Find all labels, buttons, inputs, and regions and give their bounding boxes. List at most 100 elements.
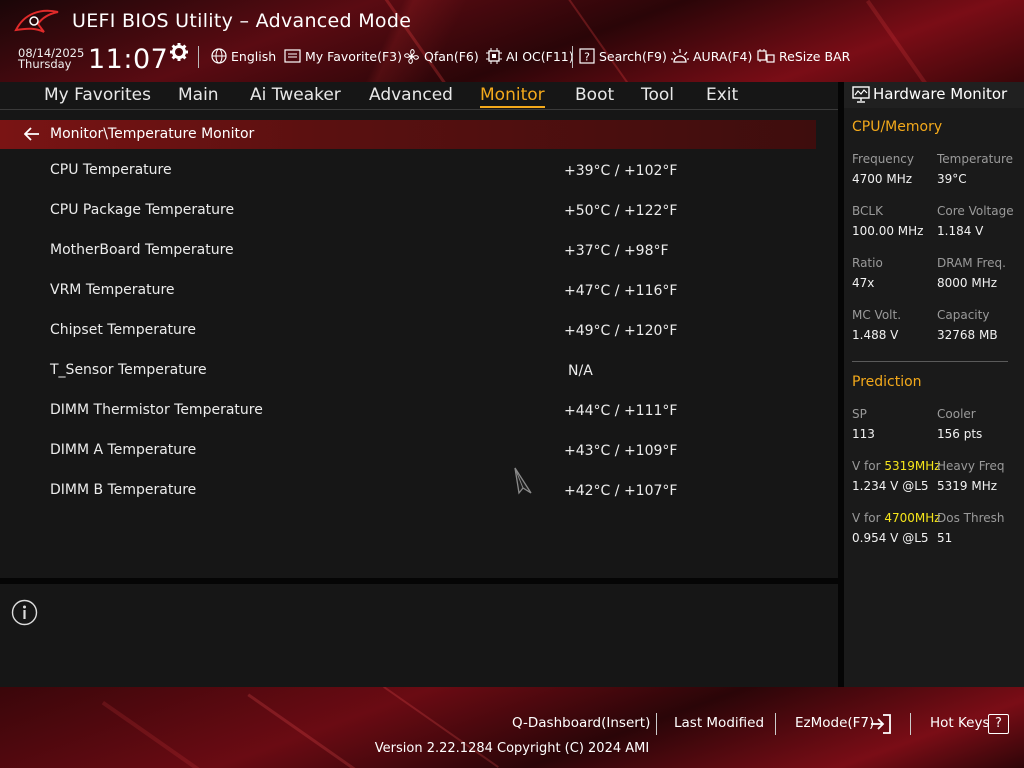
hw-value-dos-thresh: 51 <box>937 531 953 545</box>
mouse-cursor-icon <box>514 467 532 495</box>
temperature-value: +39°C / +102°F <box>564 163 678 179</box>
monitor-display-icon <box>852 86 870 103</box>
hw-value-mc-volt: 1.488 V <box>852 328 899 342</box>
hw-value-ratio: 47x <box>852 276 875 290</box>
hw-value-heavy-freq: 5319 MHz <box>937 479 998 493</box>
app-title: UEFI BIOS Utility – Advanced Mode <box>72 10 412 32</box>
cpu-memory-heading: CPU/Memory <box>852 119 943 135</box>
temperature-value: +50°C / +122°F <box>564 203 678 219</box>
aura-icon <box>671 49 689 63</box>
tab-tool[interactable]: Tool <box>641 85 674 105</box>
tab-main[interactable]: Main <box>178 85 219 105</box>
hw-key-frequency: Frequency <box>852 152 914 166</box>
hw-key-cooler: Cooler <box>937 407 976 421</box>
exit-to-ezmode-icon[interactable] <box>870 714 892 734</box>
tab-boot[interactable]: Boot <box>575 85 614 105</box>
tab-my-favorites[interactable]: My Favorites <box>44 85 151 105</box>
footer-bar: Q-Dashboard(Insert) Last Modified EzMode… <box>0 687 1024 768</box>
my-favorite-button[interactable]: My Favorite(F3) <box>284 47 402 65</box>
hot-keys-help-icon[interactable]: ? <box>988 714 1009 734</box>
ai-chip-icon <box>486 48 502 64</box>
hw-section-divider <box>852 361 1008 362</box>
hot-keys-button[interactable]: Hot Keys <box>930 715 990 731</box>
fan-icon <box>404 48 419 64</box>
hw-key-sp: SP <box>852 407 867 421</box>
hardware-monitor-header: Hardware Monitor <box>844 82 1024 108</box>
resize-bar-label: ReSize BAR <box>779 48 851 64</box>
rog-logo-icon <box>14 9 59 33</box>
temperature-value: +37°C / +98°F <box>564 243 669 259</box>
temperature-row-dimm-thermistor[interactable]: DIMM Thermistor Temperature +44°C / +111… <box>0 402 816 442</box>
temperature-label: DIMM B Temperature <box>50 482 197 498</box>
temperature-value: +44°C / +111°F <box>564 403 678 419</box>
hw-key-dos-thresh: Dos Thresh <box>937 511 1005 525</box>
hw-value-bclk: 100.00 MHz <box>852 224 924 238</box>
hw-key-heavy-freq: Heavy Freq <box>937 459 1005 473</box>
toolbar-separator <box>198 46 199 68</box>
hw-value-core-voltage: 1.184 V <box>937 224 984 238</box>
q-dashboard-button[interactable]: Q-Dashboard(Insert) <box>512 715 650 731</box>
search-button[interactable]: ? Search(F9) <box>579 47 667 65</box>
temperature-row-vrm[interactable]: VRM Temperature +47°C / +116°F <box>0 282 816 322</box>
favorite-icon <box>284 49 301 63</box>
hw-key-v-for-dos: V for 4700MHz <box>852 511 941 525</box>
hw-key-dram-freq: DRAM Freq. <box>937 256 1006 270</box>
help-info-panel <box>0 584 838 687</box>
header-bar: UEFI BIOS Utility – Advanced Mode 08/14/… <box>0 0 1024 82</box>
temperature-row-dimm-b[interactable]: DIMM B Temperature +42°C / +107°F <box>0 482 816 522</box>
day-display: Thursday <box>18 57 72 71</box>
ai-oc-label: AI OC(F11) <box>506 48 574 64</box>
temperature-row-cpu[interactable]: CPU Temperature +39°C / +102°F <box>0 162 816 202</box>
toolbar-separator <box>572 46 573 68</box>
hw-value-dram-freq: 8000 MHz <box>937 276 998 290</box>
v-for-frequency: 4700MHz <box>884 511 941 525</box>
temperature-row-cpu-package[interactable]: CPU Package Temperature +50°C / +122°F <box>0 202 816 242</box>
version-info: Version 2.22.1284 Copyright (C) 2024 AMI <box>374 741 650 756</box>
svg-text:?: ? <box>584 51 590 64</box>
tab-ai-tweaker[interactable]: Ai Tweaker <box>250 85 341 105</box>
temperature-label: DIMM Thermistor Temperature <box>50 402 263 418</box>
hw-key-bclk: BCLK <box>852 204 883 218</box>
back-arrow-icon[interactable] <box>24 127 40 141</box>
hw-key-mc-volt: MC Volt. <box>852 308 902 322</box>
aura-button[interactable]: AURA(F4) <box>671 47 752 65</box>
info-icon <box>11 599 38 626</box>
search-icon: ? <box>579 48 595 64</box>
v-for-prefix: V for <box>852 511 885 525</box>
language-button[interactable]: English <box>211 47 276 65</box>
temperature-value: +49°C / +120°F <box>564 323 678 339</box>
hardware-monitor-panel: Hardware Monitor CPU/Memory Frequency 47… <box>844 82 1024 687</box>
settings-gear-icon[interactable] <box>169 42 189 62</box>
temperature-value: +47°C / +116°F <box>564 283 678 299</box>
search-label: Search(F9) <box>599 48 667 64</box>
main-content: My Favorites Main Ai Tweaker Advanced Mo… <box>0 82 838 578</box>
breadcrumb: Monitor\Temperature Monitor <box>0 120 816 149</box>
breadcrumb-path: Monitor\Temperature Monitor <box>50 126 255 142</box>
temperature-label: Chipset Temperature <box>50 322 196 338</box>
resize-bar-icon <box>757 49 775 63</box>
temperature-label: T_Sensor Temperature <box>50 362 207 378</box>
temperature-row-dimm-a[interactable]: DIMM A Temperature +43°C / +109°F <box>0 442 816 482</box>
hw-value-capacity: 32768 MB <box>937 328 998 342</box>
tab-advanced[interactable]: Advanced <box>369 85 453 105</box>
clock-display: 11:07 <box>88 44 169 75</box>
tab-monitor[interactable]: Monitor <box>480 85 545 108</box>
last-modified-button[interactable]: Last Modified <box>674 715 764 731</box>
temperature-label: MotherBoard Temperature <box>50 242 234 258</box>
resize-bar-button[interactable]: ReSize BAR <box>757 47 850 65</box>
ezmode-button[interactable]: EzMode(F7) <box>795 715 874 731</box>
temperature-row-motherboard[interactable]: MotherBoard Temperature +37°C / +98°F <box>0 242 816 282</box>
hw-value-frequency: 4700 MHz <box>852 172 913 186</box>
v-for-frequency: 5319MHz <box>884 459 941 473</box>
qfan-button[interactable]: Qfan(F6) <box>403 47 479 65</box>
temperature-row-chipset[interactable]: Chipset Temperature +49°C / +120°F <box>0 322 816 362</box>
hardware-monitor-title: Hardware Monitor <box>873 85 1008 103</box>
temperature-row-t-sensor[interactable]: T_Sensor Temperature N/A <box>0 362 816 402</box>
hw-key-core-voltage: Core Voltage <box>937 204 1014 218</box>
v-for-prefix: V for <box>852 459 885 473</box>
tab-exit[interactable]: Exit <box>706 85 738 105</box>
nav-bar: My Favorites Main Ai Tweaker Advanced Mo… <box>0 82 838 110</box>
temperature-label: CPU Temperature <box>50 162 172 178</box>
hw-value-sp: 113 <box>852 427 875 441</box>
ai-oc-button[interactable]: AI OC(F11) <box>486 47 574 65</box>
